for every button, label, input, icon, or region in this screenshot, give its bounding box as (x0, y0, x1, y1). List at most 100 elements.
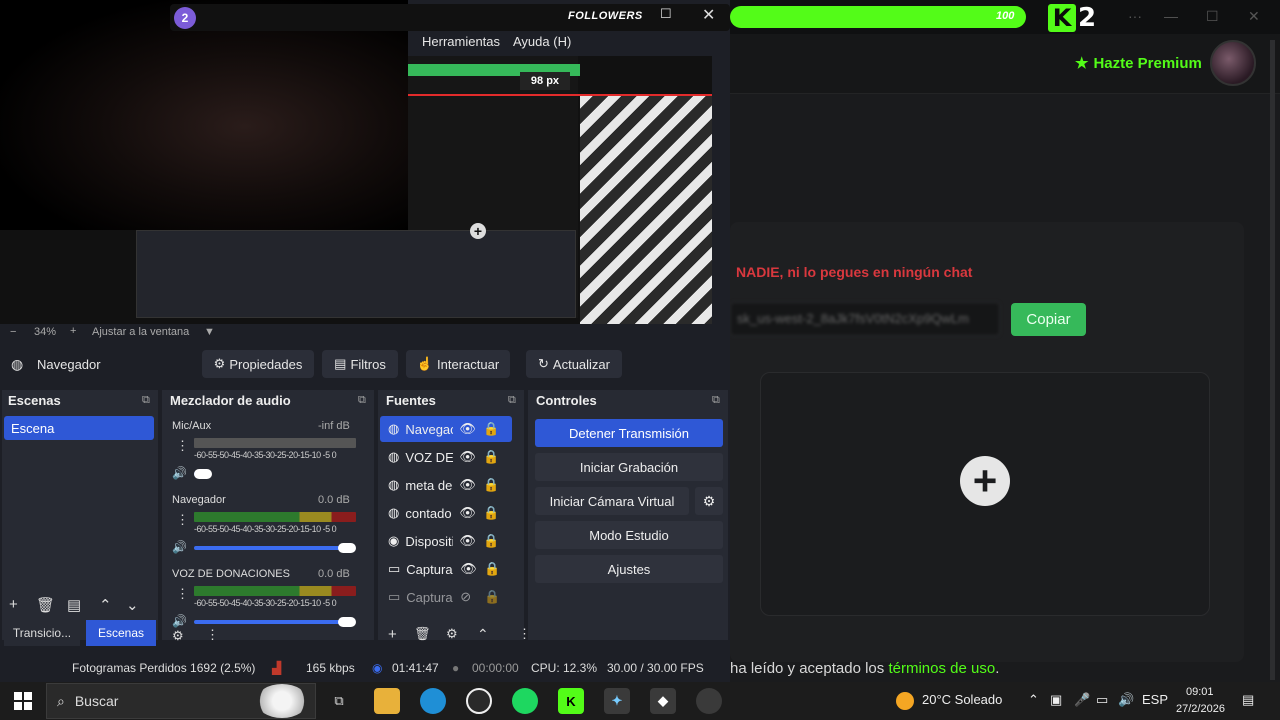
move-up-icon[interactable]: ⌃ (99, 596, 112, 614)
obs-icon[interactable] (466, 688, 492, 714)
edge-icon[interactable] (420, 688, 446, 714)
monitor-icon: ▭ (388, 589, 401, 604)
game-controller-icon[interactable]: ◆ (650, 688, 676, 714)
volume-slider[interactable] (194, 546, 346, 550)
lock-icon[interactable]: 🔒 (484, 561, 500, 577)
lock-icon[interactable]: 🔒 (483, 477, 499, 493)
network-icon[interactable]: ▭ (1096, 692, 1108, 708)
source-item[interactable]: ▭ Captura ⊘ 🔒 (380, 584, 512, 610)
source-item[interactable]: ◍ Navegac 👁 🔒 (380, 416, 512, 442)
source-item[interactable]: ◉ Dispositi 👁 🔒 (380, 528, 512, 554)
volume-icon[interactable]: 🔊 (1118, 692, 1134, 708)
start-recording-button[interactable]: Iniciar Grabación (535, 453, 723, 481)
avatar[interactable] (1210, 40, 1256, 86)
undock-icon[interactable]: ⧉ (508, 394, 516, 407)
lock-icon[interactable]: 🔒 (483, 449, 499, 465)
move-down-icon[interactable]: ⌄ (126, 596, 139, 614)
mixer-settings-icon[interactable]: ⚙ (172, 628, 184, 644)
scene-item[interactable]: Escena (4, 416, 154, 440)
volume-knob[interactable] (194, 469, 212, 479)
source-item[interactable]: ◍ meta de 👁 🔒 (380, 472, 512, 498)
chevron-down-icon[interactable]: ▼ (204, 326, 215, 338)
stream-key-field[interactable]: sk_us-west-2_8aJk7fsV0tN2cXp9QwLm (730, 302, 1000, 336)
menu-help[interactable]: Ayuda (H) (513, 34, 571, 49)
eye-icon[interactable]: 👁 (459, 421, 477, 437)
volume-knob[interactable] (338, 617, 356, 627)
recording-app-icon[interactable] (696, 688, 722, 714)
add-circle-icon[interactable]: + (960, 456, 1010, 506)
kick-icon[interactable]: K (558, 688, 584, 714)
notifications-icon[interactable]: ▤ (1242, 692, 1254, 708)
trash-icon[interactable]: 🗑 (36, 596, 55, 614)
speaker-icon[interactable]: 🔊 (172, 466, 187, 480)
meter-scale: -60-55-50-45-40-35-30-25-20-15-10 -5 0 (194, 524, 337, 534)
trash-icon[interactable]: 🗑 (414, 626, 431, 642)
tab-scenes[interactable]: Escenas (86, 620, 156, 646)
file-explorer-icon[interactable] (374, 688, 400, 714)
sparkle-app-icon[interactable]: ✦ (604, 688, 630, 714)
interact-button[interactable]: ☝ Interactuar (406, 350, 510, 378)
premium-link[interactable]: ★ Hazte Premium (1075, 54, 1202, 73)
weather[interactable]: 20°C Soleado (922, 692, 1002, 707)
refresh-button[interactable]: ↻ Actualizar (526, 350, 622, 378)
virtual-camera-button[interactable]: Iniciar Cámara Virtual (535, 487, 689, 515)
source-item[interactable]: ◍ VOZ DE I 👁 🔒 (380, 444, 512, 470)
eye-icon[interactable]: 👁 (460, 561, 478, 577)
stop-stream-button[interactable]: Detener Transmisión (535, 419, 723, 447)
scrollbar[interactable] (1270, 40, 1275, 680)
clock-date[interactable]: 27/2/2026 (1176, 703, 1225, 715)
kick-close-icon[interactable]: ✕ (1248, 8, 1260, 25)
move-up-icon[interactable]: ⌃ (477, 626, 489, 643)
zoom-out-button[interactable]: − (10, 326, 16, 338)
lock-icon[interactable]: 🔒 (483, 505, 499, 521)
eye-icon[interactable]: 👁 (459, 505, 477, 521)
channel-menu-icon[interactable]: ⋮ (176, 438, 189, 454)
channel-menu-icon[interactable]: ⋮ (176, 586, 189, 602)
eye-icon[interactable]: 👁 (459, 477, 477, 493)
speaker-icon[interactable]: 🔊 (172, 614, 187, 628)
copy-button[interactable]: Copiar (1011, 303, 1086, 336)
chevron-up-icon[interactable]: ⌃ (1028, 692, 1039, 708)
volume-slider[interactable] (194, 620, 346, 624)
volume-knob[interactable] (338, 543, 356, 553)
eye-icon[interactable]: 👁 (459, 449, 477, 465)
eye-icon[interactable]: 👁 (459, 533, 477, 549)
mixer-menu-icon[interactable]: ⋮ (206, 627, 219, 643)
kick-maximize-icon[interactable]: ☐ (1206, 8, 1219, 25)
overlay-maximize-icon[interactable]: ☐ (660, 6, 672, 22)
properties-button[interactable]: ⚙ Propiedades (202, 350, 314, 378)
lock-icon[interactable]: 🔒 (483, 533, 499, 549)
lock-icon[interactable]: 🔒 (483, 421, 499, 437)
clock-time[interactable]: 09:01 (1186, 686, 1214, 698)
source-item[interactable]: ◍ contado 👁 🔒 (380, 500, 512, 526)
globe-icon: ◍ (388, 421, 400, 436)
speaker-icon[interactable]: 🔊 (172, 540, 187, 554)
tab-transitions[interactable]: Transicio... (4, 620, 80, 646)
overlay-close-icon[interactable]: ✕ (702, 5, 715, 25)
undock-icon[interactable]: ⧉ (712, 394, 720, 407)
source-settings-icon[interactable]: ⚙ (446, 626, 458, 642)
spotify-icon[interactable] (512, 688, 538, 714)
settings-button[interactable]: Ajustes (535, 555, 723, 583)
task-view-icon[interactable]: ⧉ (326, 688, 352, 714)
windows-start-icon[interactable] (14, 692, 32, 710)
filters-button[interactable]: ▤ Filtros (322, 350, 398, 378)
undock-icon[interactable]: ⧉ (358, 394, 366, 407)
source-item[interactable]: ▭ Captura 👁 🔒 (380, 556, 512, 582)
channel-menu-icon[interactable]: ⋮ (176, 512, 189, 528)
terms-link[interactable]: términos de uso (888, 660, 995, 677)
fit-to-window-label[interactable]: Ajustar a la ventana (92, 326, 189, 338)
add-source-icon[interactable]: + (388, 626, 397, 643)
kick-minimize-icon[interactable]: — (1164, 8, 1178, 24)
virtual-camera-settings-icon[interactable]: ⚙ (695, 487, 723, 515)
eye-off-icon[interactable]: ⊘ (460, 589, 478, 605)
menu-tools[interactable]: Herramientas (422, 34, 500, 49)
studio-mode-button[interactable]: Modo Estudio (535, 521, 723, 549)
undock-icon[interactable]: ⧉ (142, 394, 150, 407)
zoom-in-button[interactable]: + (70, 325, 76, 337)
kick-menu-icon[interactable]: ··· (1128, 8, 1142, 24)
scene-filter-icon[interactable]: ▤ (67, 596, 81, 614)
lock-icon[interactable]: 🔒 (484, 589, 500, 605)
add-scene-icon[interactable]: + (9, 596, 18, 613)
language-indicator[interactable]: ESP (1142, 692, 1168, 707)
